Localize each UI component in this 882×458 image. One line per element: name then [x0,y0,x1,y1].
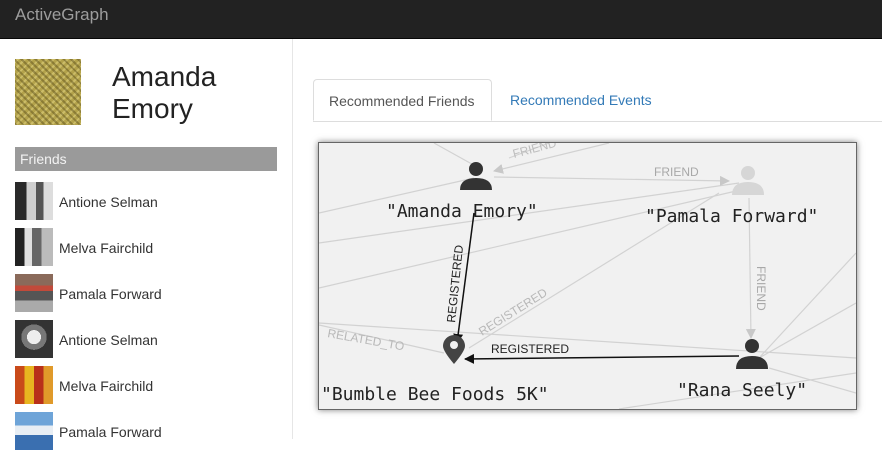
highlighted-edges [453,212,740,364]
tab-recommended-friends[interactable]: Recommended Friends [313,79,492,121]
main-content: Recommended Friends Recommended Events F… [293,39,882,439]
app-brand[interactable]: ActiveGraph [15,5,109,25]
node-label-rana-seely: "Rana Seely" [677,380,807,401]
profile-avatar [15,59,81,125]
friend-avatar [15,182,53,220]
edge-label-registered-rana: REGISTERED [491,342,569,356]
friend-name[interactable]: Melva Fairchild [59,378,153,394]
edge-label-registered-diag: REGISTERED [476,285,550,338]
friend-avatar [15,366,53,404]
edge-label-friend-top: FRIEND [511,143,558,161]
friend-avatar [15,228,53,266]
friend-name[interactable]: Antione Selman [59,332,158,348]
node-label-pamala-forward: "Pamala Forward" [645,206,818,227]
faint-edge-labels: FRIEND FRIEND FRIEND REGISTERED RELATED_… [326,143,768,353]
friend-name[interactable]: Antione Selman [59,194,158,210]
background-edges [319,143,856,409]
friend-item[interactable]: Melva Fairchild [15,366,277,412]
friend-name[interactable]: Pamala Forward [59,286,162,302]
person-icon[interactable] [460,162,492,190]
friend-item[interactable]: Melva Fairchild [15,228,277,274]
friend-list: Antione Selman Melva Fairchild Pamala Fo… [15,182,277,458]
friends-header: Friends [15,147,277,171]
map-marker-icon[interactable] [443,335,465,364]
node-label-amanda-emory: "Amanda Emory" [386,201,538,222]
profile-name: Amanda Emory [112,61,217,124]
friend-avatar [15,320,53,358]
tab-bar: Recommended Friends Recommended Events [313,79,882,122]
friend-item[interactable]: Antione Selman [15,182,277,228]
top-navbar: ActiveGraph [0,0,882,39]
friend-item[interactable]: Pamala Forward [15,412,277,458]
friend-item[interactable]: Pamala Forward [15,274,277,320]
friend-avatar [15,412,53,450]
edge-label-registered-amanda: REGISTERED [444,244,466,323]
friend-name[interactable]: Pamala Forward [59,424,162,440]
edge-rana-registered [464,353,740,364]
friend-avatar [15,274,53,312]
edge-label-related-to: RELATED_TO [326,326,405,353]
graph-canvas[interactable]: FRIEND FRIEND FRIEND REGISTERED RELATED_… [319,143,856,409]
person-icon[interactable] [732,166,764,195]
node-label-bumble-bee: "Bumble Bee Foods 5K" [321,384,549,405]
friend-item[interactable]: Antione Selman [15,320,277,366]
edge-label-friend-amanda-pamala: FRIEND [654,165,699,179]
edge-label-friend-vertical: FRIEND [754,266,768,311]
friend-name[interactable]: Melva Fairchild [59,240,153,256]
sidebar: Amanda Emory Friends Antione Selman Melv… [0,39,293,450]
graph-visualization[interactable]: FRIEND FRIEND FRIEND REGISTERED RELATED_… [318,142,857,410]
tab-recommended-events[interactable]: Recommended Events [495,79,667,121]
